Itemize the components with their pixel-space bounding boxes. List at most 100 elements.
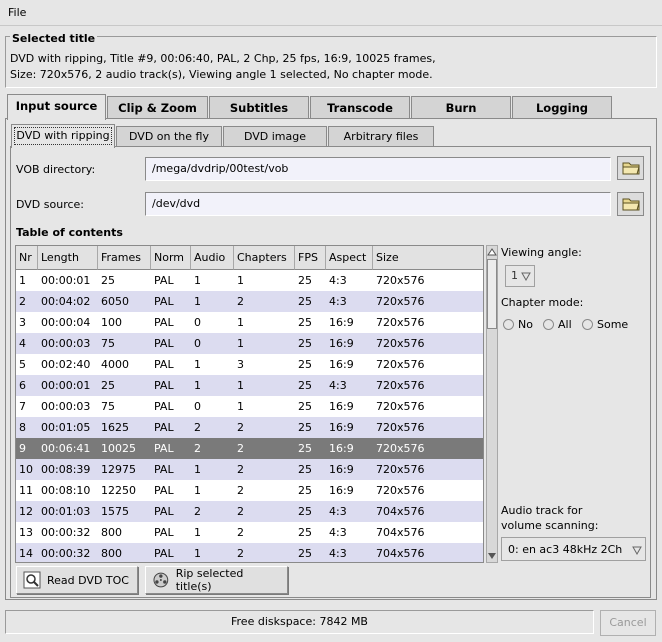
viewing-angle-select[interactable]: 1: [505, 265, 535, 287]
cancel-button[interactable]: Cancel: [600, 610, 656, 636]
table-cell: 00:00:03: [41, 400, 91, 413]
tab-logging[interactable]: Logging: [512, 96, 612, 119]
table-cell: 3: [19, 316, 26, 329]
chapter-mode-all-label: All: [558, 318, 572, 331]
tab-subtitles[interactable]: Subtitles: [209, 96, 309, 119]
table-row[interactable]: 7 00:00:03 75 PAL 0 1 25 16:9 720x576: [16, 396, 483, 417]
scroll-up-arrow-icon[interactable]: [487, 246, 497, 258]
table-cell: 00:00:01: [41, 379, 91, 392]
table-cell: 720x576: [376, 358, 425, 371]
table-cell: 1: [194, 547, 201, 560]
table-row[interactable]: 3 00:00:04 100 PAL 0 1 25 16:9 720x576: [16, 312, 483, 333]
column-header-aspect[interactable]: Aspect: [326, 246, 373, 270]
chapter-mode-some[interactable]: Some: [582, 318, 628, 331]
selected-title-info-line2: Size: 720x576, 2 audio track(s), Viewing…: [10, 68, 433, 81]
chapter-mode-label: Chapter mode:: [501, 296, 584, 309]
table-cell: 25: [298, 442, 312, 455]
subtab-dvd-image[interactable]: DVD image: [223, 126, 327, 147]
table-cell: 14: [19, 547, 33, 560]
table-cell: 720x576: [376, 295, 425, 308]
column-header-length[interactable]: Length: [38, 246, 98, 270]
table-cell: PAL: [154, 358, 174, 371]
table-cell: PAL: [154, 379, 174, 392]
rip-selected-titles-button[interactable]: Rip selected title(s): [145, 566, 288, 594]
column-header-size[interactable]: Size: [373, 246, 483, 270]
table-row[interactable]: 2 00:04:02 6050 PAL 1 2 25 4:3 720x576: [16, 291, 483, 312]
column-header-nr[interactable]: Nr: [16, 246, 38, 270]
table-cell: 720x576: [376, 400, 425, 413]
table-cell: 704x576: [376, 547, 425, 560]
table-row[interactable]: 6 00:00:01 25 PAL 1 1 25 4:3 720x576: [16, 375, 483, 396]
table-cell: 00:01:03: [41, 505, 91, 518]
table-cell: 2: [237, 484, 244, 497]
table-cell: 16:9: [329, 463, 354, 476]
table-row[interactable]: 4 00:00:03 75 PAL 0 1 25 16:9 720x576: [16, 333, 483, 354]
table-cell: 2: [19, 295, 26, 308]
column-header-audio[interactable]: Audio: [191, 246, 234, 270]
table-cell: 1: [237, 316, 244, 329]
table-row[interactable]: 5 00:02:40 4000 PAL 1 3 25 16:9 720x576: [16, 354, 483, 375]
table-cell: 4:3: [329, 526, 347, 539]
table-cell: 4000: [101, 358, 129, 371]
toc-table[interactable]: Nr Length Frames Norm Audio Chapters FPS Aspect…: [15, 245, 484, 563]
table-cell: 2: [237, 295, 244, 308]
table-cell: 16:9: [329, 337, 354, 350]
vob-directory-input[interactable]: /mega/dvdrip/00test/vob: [145, 157, 611, 181]
scroll-down-arrow-icon[interactable]: [487, 550, 497, 562]
table-row[interactable]: 13 00:00:32 800 PAL 1 2 25 4:3 704x576: [16, 522, 483, 543]
table-row[interactable]: 10 00:08:39 12975 PAL 1 2 25 16:9 720x576: [16, 459, 483, 480]
table-row[interactable]: 9 00:06:41 10025 PAL 2 2 25 16:9 720x576: [16, 438, 483, 459]
table-cell: PAL: [154, 274, 174, 287]
tab-clip-zoom[interactable]: Clip & Zoom: [107, 96, 208, 119]
table-cell: 25: [298, 526, 312, 539]
table-cell: 00:00:04: [41, 316, 91, 329]
table-cell: 00:00:03: [41, 337, 91, 350]
table-cell: 6: [19, 379, 26, 392]
audio-track-select[interactable]: 0: en ac3 48kHz 2Ch: [501, 537, 646, 561]
dvd-source-browse-button[interactable]: [617, 192, 644, 216]
column-header-norm[interactable]: Norm: [151, 246, 191, 270]
menubar: [0, 0, 662, 26]
table-cell: PAL: [154, 463, 174, 476]
toc-table-header: Nr Length Frames Norm Audio Chapters FPS Aspect…: [16, 246, 483, 270]
viewing-angle-label: Viewing angle:: [501, 246, 582, 259]
table-cell: 720x576: [376, 463, 425, 476]
vob-browse-button[interactable]: [617, 156, 644, 180]
dvd-source-input[interactable]: /dev/dvd: [145, 192, 611, 216]
audio-track-label-line1: Audio track for: [501, 504, 583, 517]
tab-transcode[interactable]: Transcode: [310, 96, 410, 119]
table-cell: 1: [194, 463, 201, 476]
table-row[interactable]: 1 00:00:01 25 PAL 1 1 25 4:3 720x576: [16, 270, 483, 291]
table-cell: 00:06:41: [41, 442, 91, 455]
table-cell: PAL: [154, 442, 174, 455]
subtab-arbitrary-files[interactable]: Arbitrary files: [328, 126, 434, 147]
table-cell: 75: [101, 337, 115, 350]
table-cell: 1: [19, 274, 26, 287]
radio-icon: [543, 319, 554, 330]
table-cell: 25: [298, 484, 312, 497]
table-row[interactable]: 8 00:01:05 1625 PAL 2 2 25 16:9 720x576: [16, 417, 483, 438]
column-header-fps[interactable]: FPS: [295, 246, 326, 270]
table-row[interactable]: 12 00:01:03 1575 PAL 2 2 25 4:3 704x576: [16, 501, 483, 522]
table-cell: 1: [237, 379, 244, 392]
chapter-mode-some-label: Some: [597, 318, 629, 331]
reel-icon: [153, 572, 169, 588]
table-row[interactable]: 14 00:00:32 800 PAL 1 2 25 4:3 704x576: [16, 543, 483, 562]
column-header-chapters[interactable]: Chapters: [234, 246, 295, 270]
tab-burn[interactable]: Burn: [411, 96, 511, 119]
read-dvd-toc-button[interactable]: Read DVD TOC: [16, 566, 138, 594]
chapter-mode-no[interactable]: No: [503, 318, 533, 331]
column-header-frames[interactable]: Frames: [98, 246, 151, 270]
table-cell: 16:9: [329, 421, 354, 434]
menu-file[interactable]: File: [8, 6, 26, 19]
table-cell: 4:3: [329, 505, 347, 518]
tab-input-source[interactable]: Input source: [7, 94, 106, 120]
chapter-mode-all[interactable]: All: [543, 318, 572, 331]
table-cell: 1: [237, 337, 244, 350]
table-cell: 704x576: [376, 505, 425, 518]
scroll-thumb[interactable]: [487, 259, 497, 329]
subtab-label: DVD with ripping: [14, 127, 112, 145]
subtab-dvd-on-the-fly[interactable]: DVD on the fly: [116, 126, 222, 147]
table-row[interactable]: 11 00:08:10 12250 PAL 1 2 25 16:9 720x576: [16, 480, 483, 501]
subtab-dvd-with-ripping[interactable]: DVD with ripping: [11, 124, 115, 148]
